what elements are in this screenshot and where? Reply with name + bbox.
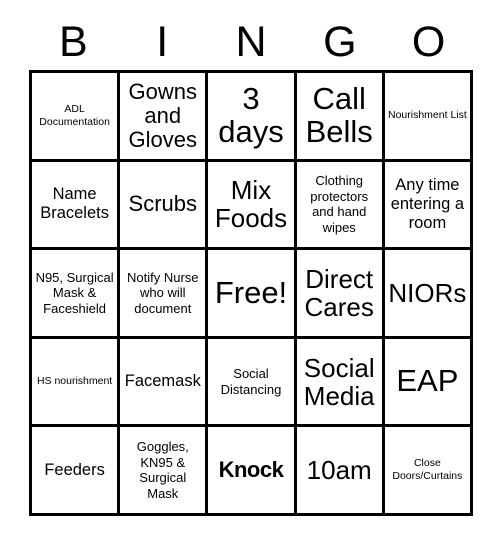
bingo-square-label: Feeders <box>44 460 105 479</box>
bingo-square-label: Clothing protectors and hand wipes <box>310 173 369 235</box>
bingo-square[interactable]: Gowns and Gloves <box>120 73 209 162</box>
bingo-grid: ADL Documentation Gowns and Gloves 3 days C… <box>29 70 473 516</box>
bingo-square-label: Any time entering a room <box>390 175 465 232</box>
bingo-header-letter-i: I <box>156 17 169 66</box>
bingo-square-label: Direct Cares <box>304 263 374 322</box>
bingo-square[interactable]: ADL Documentation <box>32 73 121 162</box>
bingo-square[interactable]: Clothing protectors and hand wipes <box>296 161 385 251</box>
bingo-square[interactable]: Nourishment List <box>384 73 473 162</box>
bingo-square-label: Goggles, KN95 & Surgical Mask <box>136 439 189 501</box>
bingo-header: B I N G O <box>29 14 473 70</box>
bingo-header-letter-g: G <box>323 17 357 66</box>
bingo-square-label: N95, Surgical Mask & Faceshield <box>35 269 114 316</box>
bingo-square-label: 3 days <box>218 81 284 149</box>
bingo-square-label: ADL Documentation <box>39 103 110 128</box>
bingo-square[interactable]: Name Bracelets <box>32 161 121 251</box>
bingo-square[interactable]: 10am <box>296 427 385 516</box>
bingo-square-label: NIORs <box>388 277 467 308</box>
bingo-square-label: Mix Foods <box>214 175 288 234</box>
bingo-square-label: EAP <box>396 363 459 399</box>
bingo-square-label: Knock <box>218 457 284 483</box>
bingo-square[interactable]: N95, Surgical Mask & Faceshield <box>32 250 121 339</box>
bingo-free-space[interactable]: Free! <box>208 250 297 339</box>
bingo-square[interactable]: Facemask <box>120 338 209 428</box>
bingo-square[interactable]: Goggles, KN95 & Surgical Mask <box>120 427 209 516</box>
bingo-square[interactable]: EAP <box>384 338 473 428</box>
bingo-square-label: Close Doors/Curtains <box>392 457 463 483</box>
bingo-square[interactable]: Knock <box>208 427 297 516</box>
bingo-square[interactable]: Any time entering a room <box>384 161 473 251</box>
bingo-header-letter-o: O <box>411 17 446 66</box>
bingo-header-letter-n: N <box>235 17 267 66</box>
bingo-square-label: Call Bells <box>305 81 373 149</box>
bingo-square-label: Facemask <box>124 372 201 391</box>
bingo-square-label: 10am <box>306 455 372 486</box>
bingo-square[interactable]: Social Distancing <box>208 338 297 428</box>
bingo-square[interactable]: Call Bells <box>296 73 385 162</box>
bingo-square-label: HS nourishment <box>36 375 113 388</box>
bingo-square[interactable]: Direct Cares <box>296 250 385 339</box>
bingo-square[interactable]: Notify Nurse who will document <box>120 250 209 339</box>
bingo-square-label: Notify Nurse who will document <box>127 269 199 316</box>
bingo-square-label: Social Media <box>303 352 375 411</box>
bingo-square[interactable]: NIORs <box>384 250 473 339</box>
bingo-square-label: Free! <box>214 274 288 310</box>
bingo-square-label: Gowns and Gloves <box>128 78 198 152</box>
bingo-square[interactable]: 3 days <box>208 73 297 162</box>
bingo-square-label: Nourishment List <box>388 109 467 122</box>
bingo-square[interactable]: Scrubs <box>120 161 209 251</box>
bingo-square[interactable]: Mix Foods <box>208 161 297 251</box>
bingo-square-label: Name Bracelets <box>40 185 109 223</box>
bingo-square[interactable]: Close Doors/Curtains <box>384 427 473 516</box>
bingo-square-label: Social Distancing <box>220 366 282 397</box>
bingo-square[interactable]: HS nourishment <box>32 338 121 428</box>
bingo-card: B I N G O ADL Documentation Gowns and Glo… <box>0 0 501 544</box>
bingo-square-label: Scrubs <box>128 191 198 217</box>
bingo-square[interactable]: Social Media <box>296 338 385 428</box>
bingo-header-letter-b: B <box>59 17 88 66</box>
bingo-square[interactable]: Feeders <box>32 427 121 516</box>
